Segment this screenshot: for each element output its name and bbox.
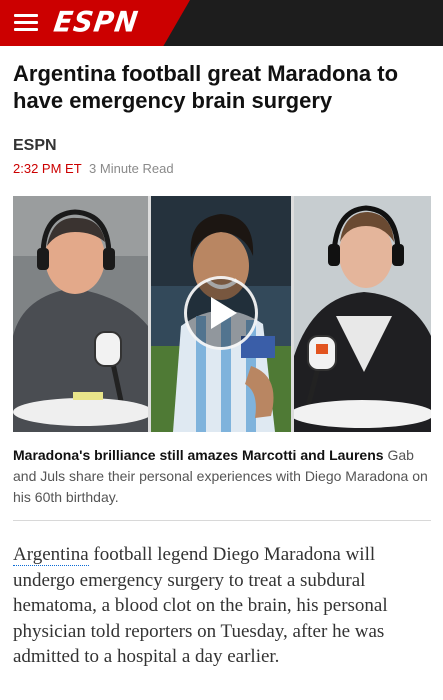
video-caption-title: Maradona's brilliance still amazes Marco… [13,447,384,463]
video-thumbnail-right [294,196,431,432]
divider [13,520,431,521]
article-meta: 2:32 PM ET 3 Minute Read [13,161,174,176]
article-body: Argentina football legend Diego Maradona… [13,542,431,670]
video-thumbnail-left [13,196,148,432]
hamburger-menu-icon[interactable] [14,13,38,33]
argentina-link[interactable]: Argentina [13,544,89,566]
play-icon[interactable] [184,276,258,350]
publish-time: 2:32 PM ET [13,161,82,176]
read-time: 3 Minute Read [89,161,174,176]
video-caption: Maradona's brilliance still amazes Marco… [13,445,431,508]
video-player[interactable] [13,196,431,432]
top-bar: ESPN [0,0,443,46]
espn-logo[interactable]: ESPN [52,6,141,39]
article-headline: Argentina football great Maradona to hav… [13,61,399,113]
article-source[interactable]: ESPN [13,137,57,155]
